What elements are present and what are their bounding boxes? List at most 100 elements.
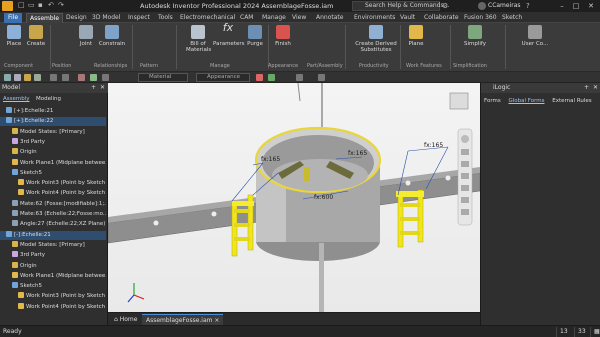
group-part-assembly[interactable]: Part/Assembly bbox=[307, 63, 343, 69]
tab-collaborate[interactable]: Collaborate bbox=[424, 13, 459, 23]
view-cube-icon[interactable] bbox=[449, 92, 469, 110]
group-productivity[interactable]: Productivity bbox=[359, 63, 389, 69]
open-icon[interactable]: ▭ bbox=[28, 2, 35, 9]
group-pattern[interactable]: Pattern bbox=[140, 63, 158, 69]
free-orbit-icon[interactable] bbox=[461, 209, 469, 215]
tree-item[interactable]: Model States: [Primary] bbox=[0, 127, 106, 137]
group-position[interactable]: Position bbox=[52, 63, 71, 69]
tree-item[interactable]: Work Point3 (Point by Sketch P... bbox=[0, 292, 106, 301]
joint-button[interactable]: Joint bbox=[76, 25, 96, 47]
finish-button[interactable]: Finish bbox=[272, 25, 294, 47]
group-relationships[interactable]: Relationships bbox=[94, 63, 127, 69]
tab-sketch[interactable]: Sketch bbox=[502, 13, 522, 23]
constrain-button[interactable]: Constrain bbox=[98, 25, 126, 47]
zoom-icon[interactable] bbox=[461, 161, 469, 167]
tree-item[interactable]: Work Plane1 (Midplane betwee... bbox=[0, 158, 106, 168]
tree-item[interactable]: 3rd Party bbox=[0, 251, 106, 260]
tab-fusion-360[interactable]: Fusion 360 bbox=[464, 13, 497, 23]
tab-vault[interactable]: Vault bbox=[400, 13, 415, 23]
tab-external-rules[interactable]: External Rules bbox=[552, 98, 591, 104]
graphics-window[interactable]: fx:165 fx:165 fx:165 fx:600 bbox=[108, 83, 480, 312]
tree-item[interactable]: [+]:Echelle:21 bbox=[0, 107, 106, 116]
lock-icon[interactable] bbox=[90, 74, 97, 81]
vault-icon[interactable] bbox=[102, 74, 109, 81]
bill-of-materials-button[interactable]: Bill of Materials bbox=[186, 25, 211, 53]
tree-item[interactable]: Angle:27 (Echelle:22;XZ Plane)... bbox=[0, 220, 106, 229]
zoom-window-icon[interactable] bbox=[461, 197, 469, 203]
tree-item[interactable]: Work Point4 (Point by Sketch P... bbox=[0, 189, 106, 198]
simplify-button[interactable]: Simplify bbox=[462, 25, 488, 47]
tab-file[interactable]: File bbox=[4, 13, 23, 23]
update-icon[interactable] bbox=[78, 74, 85, 81]
close-browser-icon[interactable]: ✕ bbox=[100, 83, 105, 93]
undo-icon[interactable]: ↶ bbox=[48, 2, 55, 9]
add-icon[interactable]: + bbox=[91, 83, 96, 93]
grid-icon[interactable]: ▦ bbox=[590, 327, 600, 337]
create-button[interactable]: Create bbox=[26, 25, 46, 47]
clear-override-icon[interactable] bbox=[256, 74, 263, 81]
tree-item[interactable]: Work Point4 (Point by Sketch P... bbox=[0, 302, 106, 312]
group-work-features[interactable]: Work Features bbox=[406, 63, 442, 69]
purge-button[interactable]: Purge bbox=[245, 25, 265, 47]
maximize-icon[interactable]: □ bbox=[570, 1, 582, 11]
minimize-icon[interactable]: – bbox=[556, 1, 568, 11]
tab-document[interactable]: AssemblageFosse.iam × bbox=[142, 314, 224, 325]
new-icon[interactable]: □ bbox=[18, 2, 25, 9]
look-at-icon[interactable] bbox=[461, 185, 469, 191]
orbit-icon[interactable] bbox=[461, 173, 469, 179]
inventor-logo-icon[interactable] bbox=[2, 1, 13, 11]
tab-forms[interactable]: Forms bbox=[484, 98, 501, 104]
group-simplification[interactable]: Simplification bbox=[453, 63, 487, 69]
tab-inspect[interactable]: Inspect bbox=[128, 13, 150, 23]
avatar[interactable] bbox=[478, 2, 486, 10]
redo-icon[interactable]: ↷ bbox=[58, 2, 65, 9]
create-derived-substitutes-button[interactable]: Create Derived Substitutes bbox=[354, 25, 398, 53]
measure-icon[interactable] bbox=[62, 74, 69, 81]
tree-item[interactable]: 3rd Party bbox=[0, 137, 106, 147]
tree-item[interactable]: Origin bbox=[0, 148, 106, 157]
tab-annotate[interactable]: Annotate bbox=[316, 13, 343, 23]
assembly-view[interactable]: fx:165 fx:165 fx:165 fx:600 bbox=[108, 83, 480, 312]
sketch-icon[interactable] bbox=[24, 74, 31, 81]
select-icon[interactable] bbox=[4, 74, 11, 81]
return-icon[interactable] bbox=[34, 74, 41, 81]
tab-manage[interactable]: Manage bbox=[262, 13, 286, 23]
tab-modeling[interactable]: Modeling bbox=[36, 96, 61, 102]
fx-quick-icon[interactable] bbox=[296, 74, 303, 81]
close-icon[interactable]: ✕ bbox=[585, 1, 597, 11]
tab-home[interactable]: ⌂ Home bbox=[110, 314, 141, 325]
tab-environments[interactable]: Environments bbox=[354, 13, 395, 23]
tree-item[interactable]: [+]:Echelle:22 bbox=[0, 117, 106, 127]
place-button[interactable]: Place bbox=[4, 25, 24, 47]
cart-icon[interactable]: ⚙ bbox=[442, 2, 448, 10]
add-icon[interactable]: + bbox=[584, 83, 589, 93]
pan-icon[interactable] bbox=[461, 149, 469, 155]
material-select[interactable]: Material bbox=[138, 73, 188, 82]
tab-assemble[interactable]: Assemble bbox=[26, 13, 64, 23]
save-icon[interactable]: ▪ bbox=[38, 2, 45, 9]
close-panel-icon[interactable]: ✕ bbox=[593, 83, 598, 93]
group-appearance[interactable]: Appearance bbox=[268, 63, 298, 69]
home-icon[interactable] bbox=[50, 74, 57, 81]
tab-tools[interactable]: Tools bbox=[158, 13, 173, 23]
tree-item[interactable]: Sketch5 bbox=[0, 282, 106, 291]
tab-global-forms[interactable]: Global Forms bbox=[508, 98, 544, 104]
user-name[interactable]: CCameiras bbox=[488, 2, 521, 9]
help-search-input[interactable]: Search Help & Commands... bbox=[352, 1, 449, 11]
plus-icon[interactable] bbox=[318, 74, 325, 81]
tab-view[interactable]: View bbox=[292, 13, 306, 23]
tree-item[interactable]: [-]:Echelle:21 bbox=[0, 230, 106, 240]
tree-item[interactable]: Work Point3 (Point by Sketch P... bbox=[0, 179, 106, 188]
appearance-select[interactable]: Appearance bbox=[196, 73, 250, 82]
tree-item[interactable]: Origin bbox=[0, 261, 106, 271]
tab-cam[interactable]: CAM bbox=[240, 13, 253, 23]
group-manage[interactable]: Manage bbox=[210, 63, 230, 69]
plane-button[interactable]: Plane bbox=[405, 25, 427, 47]
parameters-button[interactable]: fx Parameters bbox=[213, 22, 244, 47]
tab-design[interactable]: Design bbox=[66, 13, 87, 23]
tree-item[interactable]: Model States: [Primary] bbox=[0, 240, 106, 250]
tab-3d-model[interactable]: 3D Model bbox=[92, 13, 120, 23]
tree-item[interactable]: Mate:63 (Echelle:22;Fosse:mo... bbox=[0, 210, 106, 219]
tree-item[interactable]: Work Plane1 (Midplane betwee... bbox=[0, 271, 106, 281]
user-commands-button[interactable]: User Co... bbox=[520, 25, 550, 47]
